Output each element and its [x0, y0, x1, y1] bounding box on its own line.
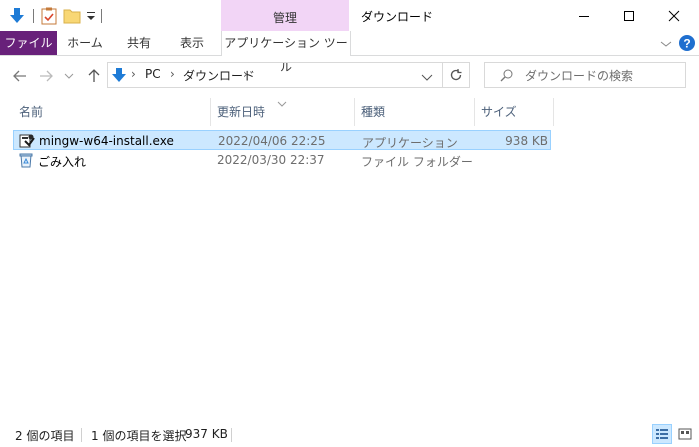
- column-header-type[interactable]: 種類: [361, 101, 385, 123]
- column-header-size[interactable]: サイズ: [481, 101, 517, 123]
- customize-qat-dropdown-icon[interactable]: [86, 9, 96, 23]
- column-header-date[interactable]: 更新日時: [217, 101, 265, 123]
- new-folder-icon[interactable]: [63, 7, 81, 25]
- back-button[interactable]: [10, 66, 30, 86]
- expand-ribbon-chevron-icon[interactable]: [660, 38, 672, 48]
- recycle-folder-icon: [18, 152, 34, 168]
- up-button[interactable]: [84, 66, 104, 86]
- column-divider[interactable]: [553, 98, 554, 126]
- close-button[interactable]: [651, 0, 697, 31]
- context-tab-group-label: 管理: [272, 11, 297, 25]
- file-size: 938 KB: [505, 134, 548, 148]
- help-icon[interactable]: ?: [679, 35, 695, 51]
- minimize-button[interactable]: [561, 0, 607, 31]
- file-row-installer[interactable]: mingw-w64-install.exe 2022/04/06 22:25 ア…: [13, 130, 551, 150]
- tab-file[interactable]: ファイル: [0, 31, 57, 55]
- file-type: アプリケーション: [362, 136, 458, 150]
- search-icon: [500, 68, 514, 82]
- tab-application-tools[interactable]: アプリケーション ツール: [221, 31, 351, 74]
- sort-indicator-icon: [277, 96, 287, 107]
- tab-home[interactable]: ホーム: [60, 31, 110, 55]
- status-selection-size: 937 KB: [185, 427, 228, 441]
- download-folder-icon: [111, 67, 127, 83]
- properties-icon[interactable]: [41, 7, 57, 25]
- column-header-name[interactable]: 名前: [19, 101, 43, 123]
- search-placeholder: ダウンロードの検索: [525, 69, 634, 83]
- file-date: 2022/03/30 22:37: [217, 153, 325, 167]
- status-separator: [81, 428, 82, 442]
- file-type: ファイル フォルダー: [361, 155, 473, 169]
- breadcrumb-separator-icon[interactable]: ›: [131, 67, 136, 81]
- tab-share[interactable]: 共有: [114, 31, 164, 55]
- refresh-button[interactable]: [443, 62, 470, 88]
- details-view-button[interactable]: [652, 424, 672, 444]
- tab-view[interactable]: 表示: [167, 31, 217, 55]
- quick-access-download-icon[interactable]: [8, 7, 26, 25]
- breadcrumb-separator-icon[interactable]: ›: [170, 67, 175, 81]
- status-item-count: 2 個の項目: [15, 429, 75, 443]
- installer-icon: [19, 133, 35, 149]
- recent-locations-chevron-icon[interactable]: [62, 66, 76, 86]
- column-divider[interactable]: [354, 98, 355, 126]
- address-history-chevron-icon[interactable]: [421, 71, 433, 81]
- large-icons-view-button[interactable]: [675, 424, 695, 444]
- file-name: mingw-w64-install.exe: [39, 134, 174, 148]
- maximize-button[interactable]: [606, 0, 652, 31]
- column-divider[interactable]: [474, 98, 475, 126]
- column-divider[interactable]: [210, 98, 211, 126]
- forward-button[interactable]: [36, 66, 56, 86]
- qat-separator: [33, 9, 34, 23]
- status-separator: [231, 428, 232, 442]
- breadcrumb-separator-icon[interactable]: ›: [243, 67, 248, 81]
- file-date: 2022/04/06 22:25: [218, 134, 326, 148]
- window-title: ダウンロード: [361, 10, 434, 24]
- file-row-recycle-folder[interactable]: ごみ入れ 2022/03/30 22:37 ファイル フォルダー: [13, 150, 551, 170]
- status-selection: 1 個の項目を選択: [91, 429, 187, 443]
- svg-text:?: ?: [683, 37, 690, 51]
- qat-separator: [101, 9, 102, 23]
- file-name: ごみ入れ: [38, 155, 87, 169]
- breadcrumb-pc[interactable]: PC: [145, 67, 161, 81]
